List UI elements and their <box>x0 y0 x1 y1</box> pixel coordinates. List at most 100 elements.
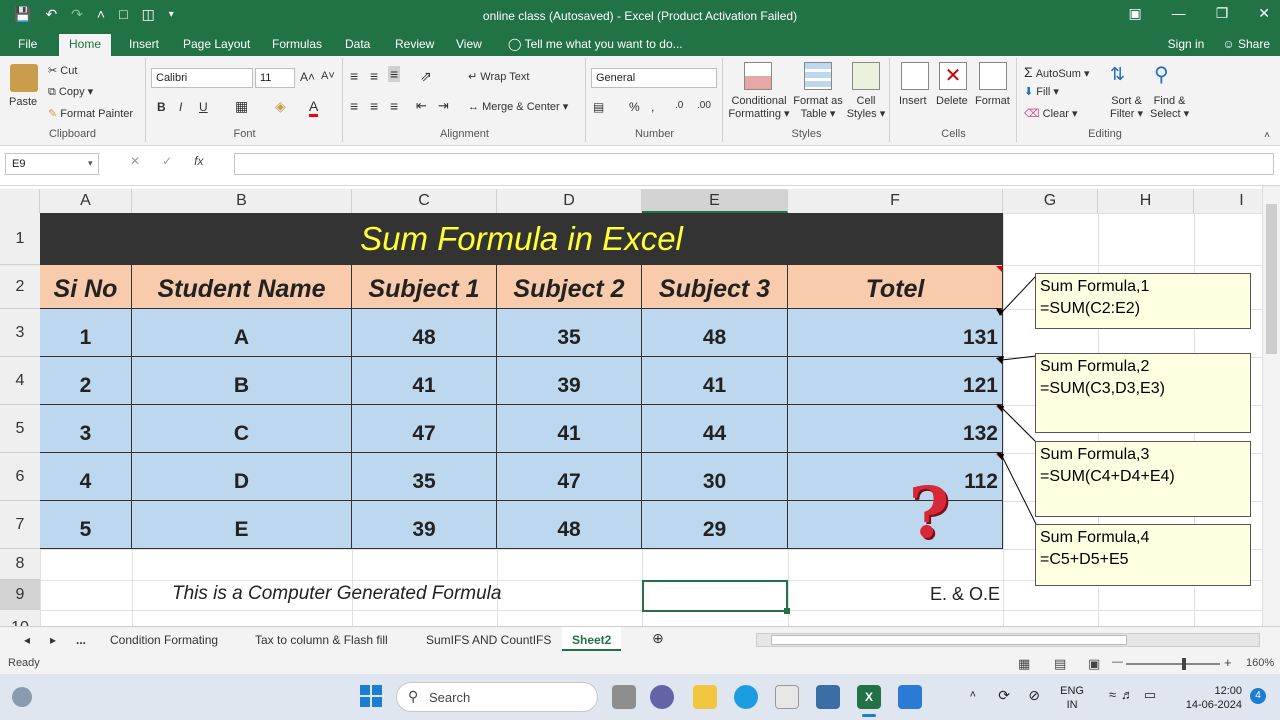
accounting-format-icon[interactable]: ▤ <box>593 100 604 114</box>
language-indicator[interactable]: ENG IN <box>1060 684 1084 712</box>
footer-note-cell[interactable]: This is a Computer Generated Formula <box>172 580 501 608</box>
sort-filter-icon[interactable]: ⇅ <box>1110 64 1125 85</box>
zoom-slider-handle[interactable] <box>1182 658 1186 670</box>
increase-indent-icon[interactable]: ⇥ <box>438 98 449 114</box>
more-sheets-button[interactable]: ... <box>76 633 86 647</box>
sheet-tab-sumifs[interactable]: SumIFS AND CountIFS <box>426 633 551 647</box>
conditional-formatting-button[interactable]: Conditional Formatting ▾ <box>728 95 790 120</box>
start-button[interactable] <box>360 685 382 707</box>
scroll-tabs-right-icon[interactable]: ▸ <box>50 633 56 647</box>
table-data-cell[interactable]: 132 <box>788 405 1003 453</box>
sheet-tab-sheet2[interactable]: Sheet2 <box>562 627 622 651</box>
table-data-cell[interactable]: E <box>132 501 352 549</box>
format-button[interactable]: Format <box>975 95 1010 107</box>
table-header-cell[interactable]: Subject 2 <box>497 265 642 309</box>
cancel-icon[interactable]: ✕ <box>130 154 140 168</box>
table-data-cell[interactable]: D <box>132 453 352 501</box>
table-data-cell[interactable]: 131 <box>788 309 1003 357</box>
sheet-tab-condition-formating[interactable]: Condition Formating <box>110 633 218 647</box>
autosum-button[interactable]: Σ AutoSum ▾ <box>1024 64 1090 80</box>
ribbon-display-icon[interactable]: ▣ <box>1128 5 1141 22</box>
taskbar-search[interactable]: ⚲ Search <box>396 682 598 712</box>
wifi-icon[interactable]: ≈ <box>1109 687 1116 702</box>
column-header-b[interactable]: B <box>132 189 352 213</box>
insert-function-icon[interactable]: fx <box>194 154 203 168</box>
column-header-f[interactable]: F <box>788 189 1003 213</box>
table-data-cell[interactable] <box>788 501 1003 549</box>
percent-icon[interactable]: % <box>629 100 640 114</box>
align-bottom-icon[interactable]: ≡ <box>388 66 401 82</box>
clear-button[interactable]: ⌫ Clear ▾ <box>1024 107 1078 120</box>
store-icon[interactable] <box>775 685 799 709</box>
row-header-5[interactable]: 5 <box>0 405 40 453</box>
comment-box-3[interactable]: Sum Formula,3 =SUM(C4+D4+E4) <box>1035 441 1251 517</box>
task-view-icon[interactable] <box>612 685 636 709</box>
column-header-e[interactable]: E <box>642 189 788 213</box>
table-data-cell[interactable]: 41 <box>642 357 788 405</box>
tab-view[interactable]: View <box>456 37 482 51</box>
horizontal-scroll-thumb[interactable] <box>771 635 1127 645</box>
tab-home[interactable]: Home <box>59 34 112 56</box>
notification-badge[interactable]: 4 <box>1250 688 1266 704</box>
fill-handle[interactable] <box>784 608 790 614</box>
close-button[interactable]: ✕ <box>1258 5 1270 22</box>
column-header-d[interactable]: D <box>497 189 642 213</box>
table-data-cell[interactable]: 48 <box>352 309 497 357</box>
edge-icon[interactable] <box>734 685 758 709</box>
formula-input[interactable] <box>234 153 1274 175</box>
format-painter-button[interactable]: ✎ Format Painter <box>48 107 133 120</box>
table-data-cell[interactable]: 29 <box>642 501 788 549</box>
weather-icon[interactable] <box>12 687 32 707</box>
table-data-cell[interactable]: 39 <box>352 501 497 549</box>
table-data-cell[interactable]: 44 <box>642 405 788 453</box>
select-all-corner[interactable] <box>0 189 40 213</box>
table-header-cell[interactable]: Si No <box>40 265 132 309</box>
table-header-cell[interactable]: Subject 3 <box>642 265 788 309</box>
tell-me-box[interactable]: ◯ Tell me what you want to do... <box>508 37 683 51</box>
active-cell-e9[interactable] <box>642 580 788 612</box>
table-data-cell[interactable]: B <box>132 357 352 405</box>
tab-page-layout[interactable]: Page Layout <box>183 37 250 51</box>
column-header-g[interactable]: G <box>1003 189 1098 213</box>
column-header-c[interactable]: C <box>352 189 497 213</box>
table-data-cell[interactable]: 48 <box>497 501 642 549</box>
network-off-icon[interactable]: ⊘ <box>1028 687 1040 704</box>
wrap-text-button[interactable]: ↵ Wrap Text <box>468 70 529 83</box>
format-as-table-button[interactable]: Format as Table ▾ <box>792 95 844 120</box>
name-box[interactable]: E9 <box>5 153 99 175</box>
table-data-cell[interactable]: 47 <box>352 405 497 453</box>
excel-taskbar-icon[interactable]: X <box>857 685 881 709</box>
tab-data[interactable]: Data <box>345 37 370 51</box>
font-color-icon[interactable]: A <box>309 98 319 117</box>
decrease-decimal-icon[interactable]: .00 <box>697 100 711 111</box>
row-header-9[interactable]: 9 <box>0 580 40 610</box>
table-data-cell[interactable]: 2 <box>40 357 132 405</box>
enter-icon[interactable]: ✓ <box>162 154 172 168</box>
vertical-scroll-thumb[interactable] <box>1266 204 1277 354</box>
increase-font-icon[interactable]: A˄ <box>300 70 315 84</box>
row-header-8[interactable]: 8 <box>0 549 40 580</box>
align-right-icon[interactable]: ≡ <box>390 98 398 114</box>
app-icon[interactable] <box>816 685 840 709</box>
number-format-combo[interactable]: General <box>591 68 717 88</box>
table-data-cell[interactable]: 121 <box>788 357 1003 405</box>
comment-box-1[interactable]: Sum Formula,1 =SUM(C2:E2) <box>1035 273 1251 329</box>
horizontal-scrollbar[interactable] <box>756 633 1260 647</box>
comment-box-2[interactable]: Sum Formula,2 =SUM(C3,D3,E3) <box>1035 353 1251 433</box>
copy-button[interactable]: ⧉ Copy ▾ <box>48 85 93 99</box>
italic-icon[interactable]: I <box>179 100 182 114</box>
table-data-cell[interactable]: 4 <box>40 453 132 501</box>
decrease-font-icon[interactable]: A˅ <box>321 70 335 82</box>
delete-cells-icon[interactable]: ✕ <box>939 62 967 90</box>
row-header-1[interactable]: 1 <box>0 213 40 265</box>
clock[interactable]: 12:00 14-06-2024 <box>1186 684 1242 712</box>
table-data-cell[interactable]: 41 <box>497 405 642 453</box>
table-data-cell[interactable]: 5 <box>40 501 132 549</box>
insert-cells-icon[interactable] <box>901 62 929 90</box>
comment-box-4[interactable]: Sum Formula,4 =C5+D5+E5 <box>1035 524 1251 586</box>
table-data-cell[interactable]: 30 <box>642 453 788 501</box>
borders-icon[interactable]: ▦ <box>235 98 248 115</box>
tab-review[interactable]: Review <box>395 37 434 51</box>
row-header-6[interactable]: 6 <box>0 453 40 501</box>
eoe-cell[interactable]: E. & O.E <box>788 580 1000 608</box>
